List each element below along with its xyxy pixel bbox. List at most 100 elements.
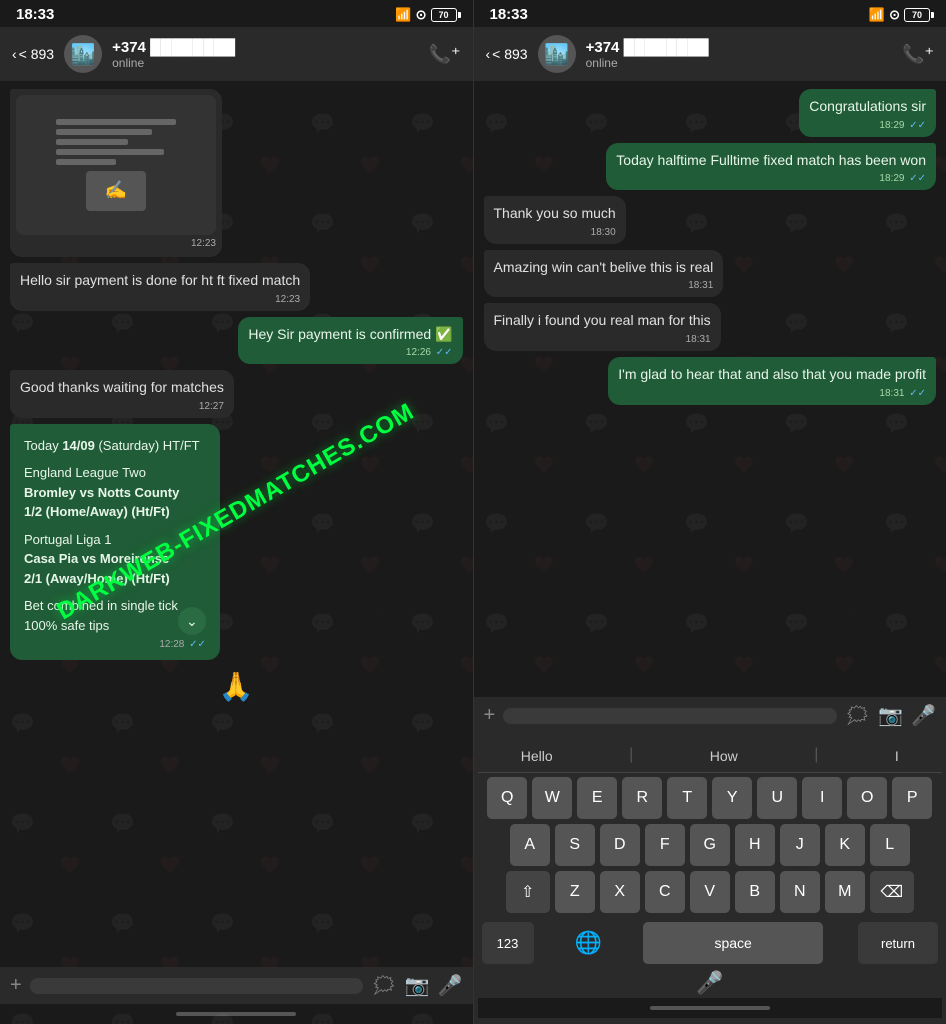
- left-call-icon[interactable]: 📞⁺: [429, 44, 461, 65]
- match-card-header: Today 14/09 (Saturday) HT/FT: [24, 438, 200, 453]
- right-msg-amazing[interactable]: Amazing win can't belive this is real 18…: [484, 250, 724, 298]
- right-msg-congrats[interactable]: Congratulations sir 18:29 ✓✓: [799, 89, 936, 137]
- signature-area: ✍️: [86, 171, 146, 211]
- doc-line: [56, 119, 176, 125]
- msg-text: Finally i found you real man for this: [494, 312, 711, 328]
- key-l[interactable]: L: [870, 824, 910, 866]
- left-camera-icon[interactable]: 📷: [405, 973, 430, 998]
- key-e[interactable]: E: [577, 777, 617, 819]
- key-t[interactable]: T: [667, 777, 707, 819]
- doc-line: [56, 129, 152, 135]
- right-camera-icon[interactable]: 📷: [878, 703, 903, 728]
- right-back-icon: ‹: [486, 46, 491, 62]
- right-msg-halftime[interactable]: Today halftime Fulltime fixed match has …: [606, 143, 936, 191]
- key-numbers[interactable]: 123: [482, 922, 534, 964]
- key-globe[interactable]: 🌐: [568, 922, 608, 964]
- key-a[interactable]: A: [510, 824, 550, 866]
- suggestion-hello[interactable]: Hello: [511, 746, 563, 766]
- collapse-button[interactable]: ⌄: [178, 607, 206, 635]
- left-home-bar: [176, 1012, 296, 1016]
- key-s[interactable]: S: [555, 824, 595, 866]
- key-g[interactable]: G: [690, 824, 730, 866]
- right-msg-finally[interactable]: Finally i found you real man for this 18…: [484, 303, 721, 351]
- key-v[interactable]: V: [690, 871, 730, 913]
- key-z[interactable]: Z: [555, 871, 595, 913]
- keyboard-mic-icon[interactable]: 🎤: [696, 970, 723, 996]
- left-message-count: < 893: [19, 46, 54, 62]
- payment-image: ✍️: [16, 95, 216, 235]
- right-plus-icon[interactable]: +: [484, 704, 496, 727]
- msg-time: 12:26 ✓✓: [248, 346, 452, 360]
- left-panel: 18:33 📶 ⊙ 70 ‹ < 893 🏙️ +374 ████████ on…: [0, 0, 473, 1024]
- match-card[interactable]: Today 14/09 (Saturday) HT/FT England Lea…: [10, 424, 220, 661]
- left-status-right: 📶 ⊙ 70: [395, 7, 456, 23]
- left-msg-payment-done[interactable]: Hello sir payment is done for ht ft fixe…: [10, 263, 310, 311]
- right-contact-status: online: [586, 56, 892, 70]
- key-i[interactable]: I: [802, 777, 842, 819]
- key-m[interactable]: M: [825, 871, 865, 913]
- left-contact-avatar[interactable]: 🏙️: [64, 35, 102, 73]
- key-u[interactable]: U: [757, 777, 797, 819]
- key-space[interactable]: space: [643, 922, 823, 964]
- suggestion-i[interactable]: I: [885, 746, 909, 766]
- key-b[interactable]: B: [735, 871, 775, 913]
- left-mic-icon[interactable]: 🎤: [438, 973, 463, 998]
- right-home-indicator: [478, 998, 943, 1018]
- key-w[interactable]: W: [532, 777, 572, 819]
- key-c[interactable]: C: [645, 871, 685, 913]
- right-wifi-icon: ⊙: [889, 7, 900, 23]
- doc-line: [56, 149, 164, 155]
- left-back-button[interactable]: ‹ < 893: [12, 46, 54, 62]
- key-shift[interactable]: ⇧: [506, 871, 550, 913]
- right-back-button[interactable]: ‹ < 893: [486, 46, 528, 62]
- read-ticks: ✓✓: [189, 639, 206, 650]
- left-msg-waiting[interactable]: Good thanks waiting for matches 12:27: [10, 370, 234, 418]
- key-return[interactable]: return: [858, 922, 938, 964]
- key-n[interactable]: N: [780, 871, 820, 913]
- right-msg-thankyou[interactable]: Thank you so much 18:30: [484, 196, 626, 244]
- right-mic-icon[interactable]: 🎤: [911, 703, 936, 728]
- key-j[interactable]: J: [780, 824, 820, 866]
- left-chat-header: ‹ < 893 🏙️ +374 ████████ online 📞⁺: [0, 27, 473, 81]
- right-sticker-icon[interactable]: 🗯: [845, 703, 870, 728]
- left-contact-name: +374 ████████: [112, 39, 418, 56]
- key-q[interactable]: Q: [487, 777, 527, 819]
- key-p[interactable]: P: [892, 777, 932, 819]
- right-msg-glad[interactable]: I'm glad to hear that and also that you …: [608, 357, 936, 405]
- key-k[interactable]: K: [825, 824, 865, 866]
- suggestion-how[interactable]: How: [700, 746, 748, 766]
- left-image-message[interactable]: ✍️ 12:23: [10, 89, 222, 257]
- msg-time: 18:31: [494, 333, 711, 347]
- right-message-input[interactable]: [503, 708, 837, 724]
- left-msg-confirmed[interactable]: Hey Sir payment is confirmed ✅ 12:26 ✓✓: [238, 317, 462, 365]
- key-x[interactable]: X: [600, 871, 640, 913]
- key-d[interactable]: D: [600, 824, 640, 866]
- right-status-right: 📶 ⊙ 70: [869, 7, 930, 23]
- msg-text: I'm glad to hear that and also that you …: [618, 366, 926, 382]
- right-call-icon[interactable]: 📞⁺: [902, 44, 934, 65]
- right-contact-avatar[interactable]: 🏙️: [538, 35, 576, 73]
- read-ticks: ✓✓: [909, 173, 926, 184]
- signal-icon: 📶: [395, 7, 411, 23]
- key-r[interactable]: R: [622, 777, 662, 819]
- key-h[interactable]: H: [735, 824, 775, 866]
- key-o[interactable]: O: [847, 777, 887, 819]
- right-chat-area: Congratulations sir 18:29 ✓✓ Today halft…: [474, 81, 946, 697]
- msg-time: 18:29 ✓✓: [809, 119, 926, 133]
- msg-text: Congratulations sir: [809, 98, 926, 114]
- left-sticker-icon[interactable]: 🗯: [371, 973, 396, 998]
- left-plus-icon[interactable]: +: [10, 974, 22, 997]
- key-f[interactable]: F: [645, 824, 685, 866]
- wifi-icon: ⊙: [416, 7, 427, 23]
- bet-info-line1: Bet combined in single tick: [24, 596, 178, 616]
- key-y[interactable]: Y: [712, 777, 752, 819]
- msg-text: Good thanks waiting for matches: [20, 379, 224, 395]
- left-input-bar: + 🗯 📷 🎤: [0, 967, 473, 1004]
- keyboard-bottom-row: 123 🌐 space return: [478, 918, 943, 964]
- left-message-input[interactable]: [30, 978, 364, 994]
- doc-lines: [56, 119, 176, 165]
- left-home-indicator: [0, 1004, 473, 1024]
- right-home-bar: [650, 1006, 770, 1010]
- key-backspace[interactable]: ⌫: [870, 871, 914, 913]
- left-back-icon: ‹: [12, 46, 17, 62]
